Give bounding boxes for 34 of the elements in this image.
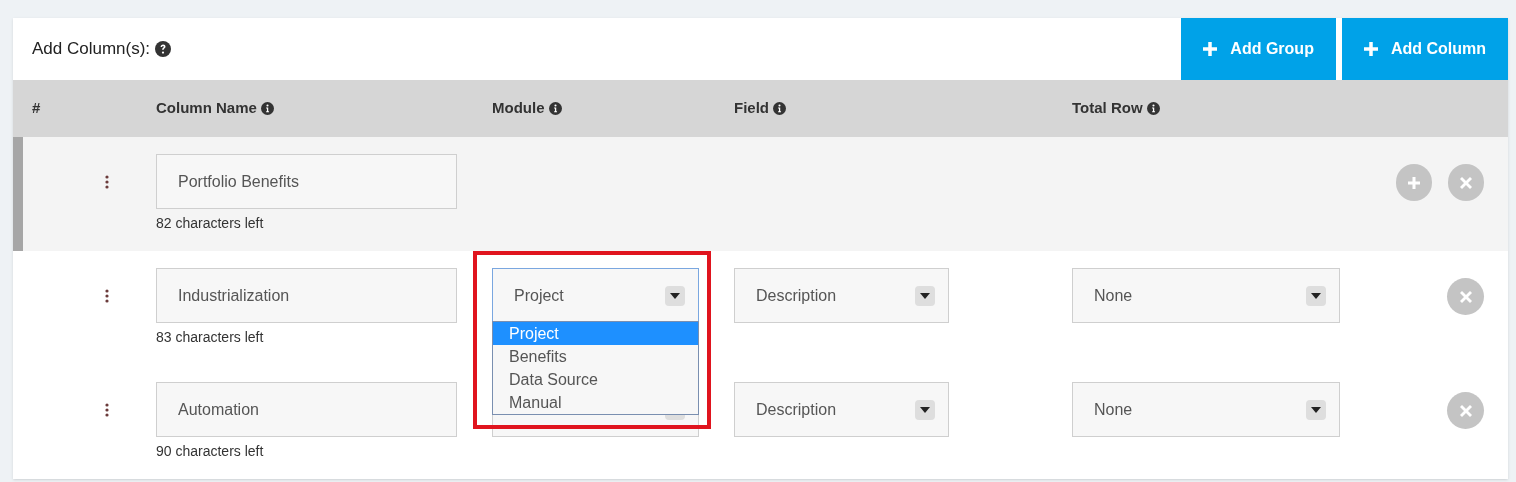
field-select[interactable]: Description xyxy=(734,268,949,323)
column-header: # xyxy=(32,98,41,119)
dropdown-option[interactable]: Benefits xyxy=(493,345,698,368)
dropdown-option[interactable]: Manual xyxy=(493,391,698,414)
module-select[interactable]: Project xyxy=(492,268,699,323)
column-name-field[interactable]: Portfolio Benefits xyxy=(156,154,457,209)
close-icon xyxy=(1459,290,1472,303)
info-icon xyxy=(1146,102,1160,115)
column-name-field[interactable]: Automation xyxy=(156,382,457,437)
info-icon xyxy=(773,102,786,115)
plus-icon xyxy=(1203,42,1218,56)
drag-handle-icon[interactable] xyxy=(105,175,109,189)
info-icon xyxy=(260,102,274,115)
plus-icon xyxy=(1408,176,1420,189)
column-header: Column Name xyxy=(156,98,257,119)
column-name-field[interactable]: Industrialization xyxy=(156,268,457,323)
column-header: Total Row xyxy=(1072,98,1143,119)
characters-left-text: 83 characters left xyxy=(156,328,265,347)
column-header: Field xyxy=(734,98,769,119)
column-header: Module xyxy=(492,98,545,119)
section-title: Add Column(s): xyxy=(32,38,151,61)
help-icon[interactable] xyxy=(155,41,172,57)
close-icon xyxy=(1459,404,1472,417)
info-icon xyxy=(548,102,562,115)
drag-handle-icon[interactable] xyxy=(105,403,109,417)
drag-handle-icon[interactable] xyxy=(105,289,109,303)
field-select[interactable]: Description xyxy=(734,382,949,437)
total-row-select[interactable]: None xyxy=(1072,268,1340,323)
plus-icon xyxy=(1363,42,1378,56)
dropdown-option[interactable]: Data Source xyxy=(493,368,698,391)
characters-left-text: 90 characters left xyxy=(156,442,265,461)
close-icon xyxy=(1460,176,1472,189)
total-row-select[interactable]: None xyxy=(1072,382,1340,437)
characters-left-text: 82 characters left xyxy=(156,214,265,233)
